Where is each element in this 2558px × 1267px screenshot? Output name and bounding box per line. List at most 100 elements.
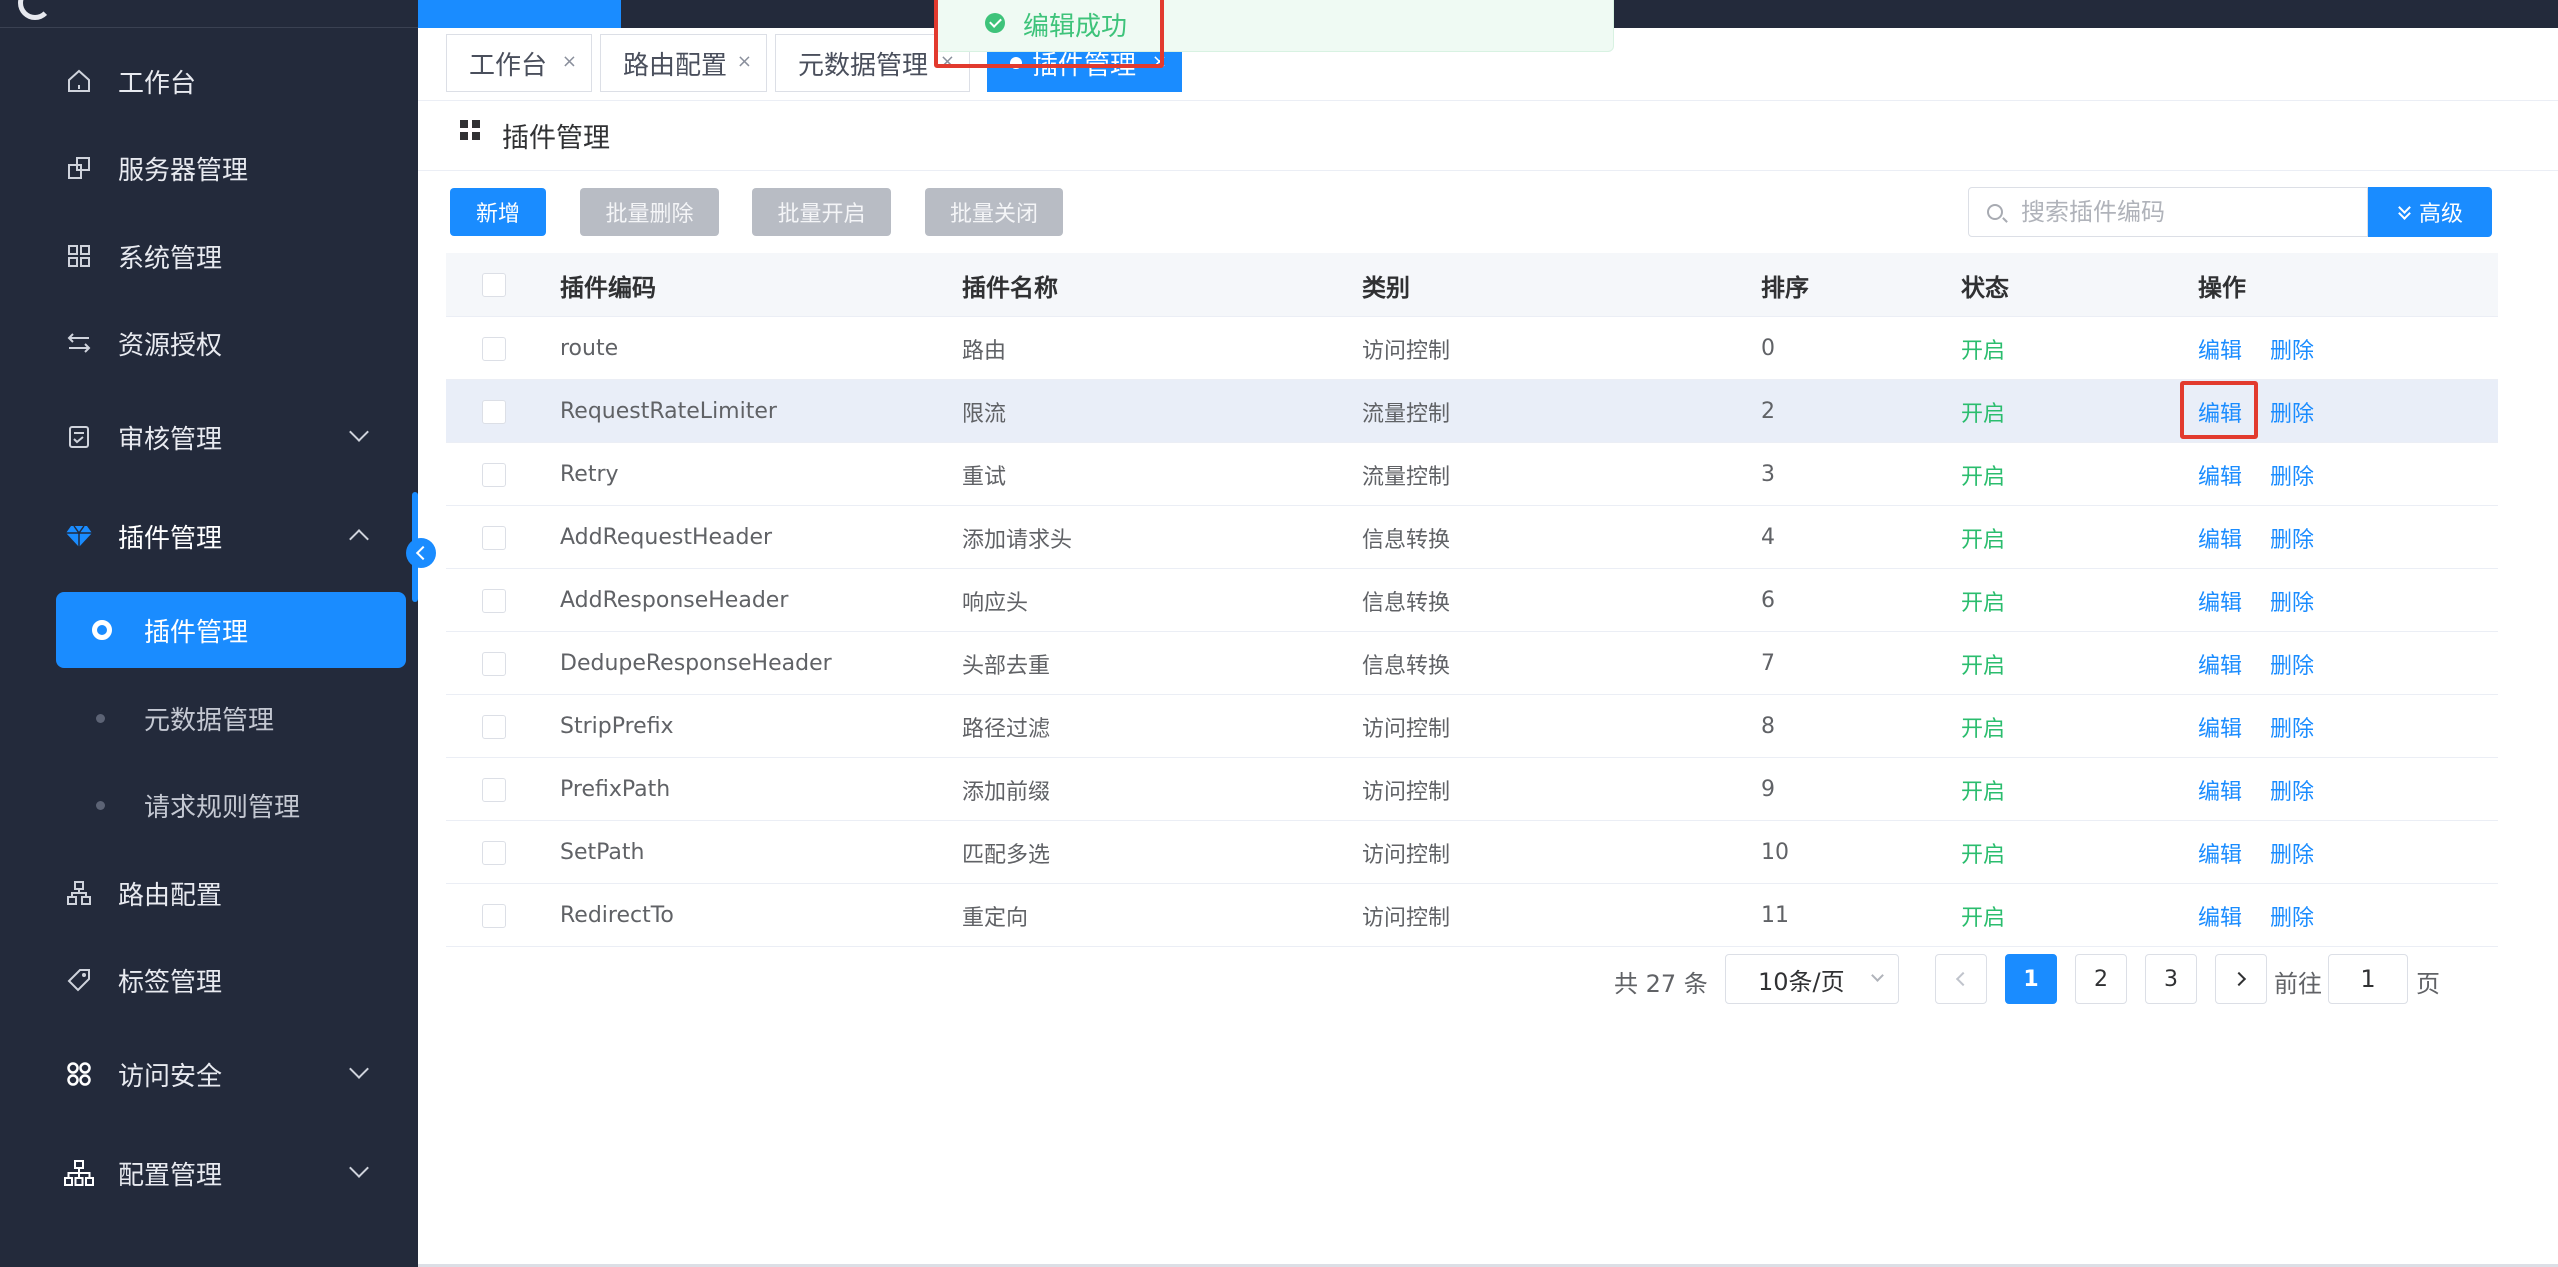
sidebar-item-config[interactable]: 配置管理 bbox=[0, 1133, 418, 1213]
cell-category: 访问控制 bbox=[1362, 779, 1451, 805]
edit-link[interactable]: 编辑 bbox=[2198, 459, 2242, 491]
next-page-button[interactable] bbox=[2215, 954, 2267, 1004]
row-checkbox[interactable] bbox=[482, 589, 506, 613]
cell-sort: 2 bbox=[1761, 399, 1775, 424]
sidebar-item-audit[interactable]: 审核管理 bbox=[0, 397, 418, 477]
cell-sort: 0 bbox=[1761, 336, 1775, 361]
chevron-left-icon bbox=[1955, 971, 1971, 987]
batch-delete-button[interactable]: 批量删除 bbox=[580, 188, 719, 236]
tab-label: 元数据管理 bbox=[798, 50, 929, 81]
sidebar-item-system[interactable]: 系统管理 bbox=[0, 216, 418, 296]
sidebar-subitem-request-rules[interactable]: 请求规则管理 bbox=[56, 767, 406, 843]
cell-name: 限流 bbox=[962, 401, 1007, 427]
sidebar-item-servers[interactable]: 服务器管理 bbox=[0, 128, 418, 208]
sidebar-subitem-metadata[interactable]: 元数据管理 bbox=[56, 680, 406, 756]
sidebar-item-workbench[interactable]: 工作台 bbox=[0, 41, 418, 121]
delete-link[interactable]: 删除 bbox=[2270, 900, 2314, 932]
prev-page-button[interactable] bbox=[1935, 954, 1987, 1004]
delete-link[interactable]: 删除 bbox=[2270, 711, 2314, 743]
edit-link[interactable]: 编辑 bbox=[2198, 711, 2242, 743]
cell-code: PrefixPath bbox=[560, 777, 671, 802]
edit-link[interactable]: 编辑 bbox=[2198, 774, 2242, 806]
cell-category: 访问控制 bbox=[1362, 842, 1451, 868]
batch-enable-button[interactable]: 批量开启 bbox=[752, 188, 891, 236]
cell-sort: 4 bbox=[1761, 525, 1775, 550]
cell-actions: 编辑 删除 bbox=[2198, 506, 2314, 569]
sidebar-collapse-button[interactable] bbox=[406, 538, 436, 568]
delete-link[interactable]: 删除 bbox=[2270, 648, 2314, 680]
delete-link[interactable]: 删除 bbox=[2270, 522, 2314, 554]
sidebar-subitem-plugin-management[interactable]: 插件管理 bbox=[56, 592, 406, 668]
search-input[interactable] bbox=[2021, 196, 2351, 228]
close-icon[interactable]: × bbox=[940, 51, 955, 72]
edit-link[interactable]: 编辑 bbox=[2198, 900, 2242, 932]
edit-link[interactable]: 编辑 bbox=[2198, 333, 2242, 365]
edit-link[interactable]: 编辑 bbox=[2198, 585, 2242, 617]
tab-routes[interactable]: 路由配置 × bbox=[600, 34, 767, 92]
header-actions: 操作 bbox=[2198, 273, 2246, 302]
goto-page-input[interactable] bbox=[2328, 954, 2408, 1004]
chevron-left-icon bbox=[415, 545, 431, 561]
advanced-search-button[interactable]: 高级 bbox=[2368, 187, 2492, 237]
cell-status: 开启 bbox=[1961, 401, 2006, 427]
cell-code: SetPath bbox=[560, 840, 645, 865]
row-checkbox[interactable] bbox=[482, 652, 506, 676]
sidebar-item-label: 资源授权 bbox=[118, 330, 223, 361]
page-1-button[interactable]: 1 bbox=[2005, 954, 2057, 1004]
delete-link[interactable]: 删除 bbox=[2270, 585, 2314, 617]
edit-link[interactable]: 编辑 bbox=[2198, 648, 2242, 680]
cell-actions: 编辑 删除 bbox=[2198, 380, 2314, 443]
sidebar-item-routes[interactable]: 路由配置 bbox=[0, 853, 418, 933]
delete-link[interactable]: 删除 bbox=[2270, 774, 2314, 806]
sidebar-item-plugins[interactable]: 插件管理 bbox=[0, 496, 418, 576]
sidebar-item-access-security[interactable]: 访问安全 bbox=[0, 1034, 418, 1114]
row-checkbox[interactable] bbox=[482, 337, 506, 361]
sidebar-item-label: 配置管理 bbox=[118, 1160, 223, 1191]
success-toast: 编辑成功 bbox=[934, 0, 1614, 52]
edit-link[interactable]: 编辑 bbox=[2198, 522, 2242, 554]
header-code: 插件编码 bbox=[560, 273, 656, 302]
row-checkbox[interactable] bbox=[482, 778, 506, 802]
sidebar-item-resource-auth[interactable]: 资源授权 bbox=[0, 303, 418, 383]
page-size-select[interactable]: 10条/页 bbox=[1725, 954, 1899, 1004]
page-size-value: 10条/页 bbox=[1758, 967, 1845, 996]
close-icon[interactable]: × bbox=[562, 51, 577, 72]
sidebar-item-label: 系统管理 bbox=[118, 243, 223, 274]
cell-actions: 编辑 删除 bbox=[2198, 695, 2314, 758]
pagination: 共 27 条 10条/页 1 2 3 前往 页 bbox=[0, 952, 2558, 1008]
table-row: route 路由 访问控制 0 开启 编辑 删除 bbox=[446, 317, 2498, 380]
row-checkbox[interactable] bbox=[482, 904, 506, 928]
pagination-total: 共 27 条 bbox=[1614, 970, 1708, 998]
close-icon[interactable]: × bbox=[737, 51, 752, 72]
edit-link[interactable]: 编辑 bbox=[2198, 396, 2242, 428]
grid-icon bbox=[64, 241, 94, 271]
sidebar-item-label: 审核管理 bbox=[118, 424, 223, 455]
row-checkbox[interactable] bbox=[482, 463, 506, 487]
row-checkbox[interactable] bbox=[482, 400, 506, 424]
table-header: 插件编码 插件名称 类别 排序 状态 操作 bbox=[446, 253, 2498, 317]
close-icon[interactable]: × bbox=[1152, 51, 1167, 72]
cell-sort: 10 bbox=[1761, 840, 1789, 865]
tab-workbench[interactable]: 工作台 × bbox=[446, 34, 592, 92]
add-button[interactable]: 新增 bbox=[450, 188, 546, 236]
page-2-button[interactable]: 2 bbox=[2075, 954, 2127, 1004]
cell-category: 信息转换 bbox=[1362, 653, 1451, 679]
row-checkbox[interactable] bbox=[482, 715, 506, 739]
batch-disable-button[interactable]: 批量关闭 bbox=[925, 188, 1063, 236]
delete-link[interactable]: 删除 bbox=[2270, 333, 2314, 365]
delete-link[interactable]: 删除 bbox=[2270, 459, 2314, 491]
table-row: RequestRateLimiter 限流 流量控制 2 开启 编辑 删除 bbox=[446, 380, 2498, 443]
row-checkbox[interactable] bbox=[482, 526, 506, 550]
active-dot-icon bbox=[92, 620, 112, 640]
edit-link[interactable]: 编辑 bbox=[2198, 837, 2242, 869]
row-checkbox[interactable] bbox=[482, 841, 506, 865]
cell-category: 信息转换 bbox=[1362, 590, 1451, 616]
cell-sort: 8 bbox=[1761, 714, 1775, 739]
sidebar-item-label: 访问安全 bbox=[118, 1061, 223, 1092]
page-3-button[interactable]: 3 bbox=[2145, 954, 2197, 1004]
select-all-checkbox[interactable] bbox=[482, 273, 506, 297]
sidebar-subitem-label: 请求规则管理 bbox=[144, 792, 301, 823]
divider bbox=[418, 100, 2558, 101]
delete-link[interactable]: 删除 bbox=[2270, 837, 2314, 869]
delete-link[interactable]: 删除 bbox=[2270, 396, 2314, 428]
